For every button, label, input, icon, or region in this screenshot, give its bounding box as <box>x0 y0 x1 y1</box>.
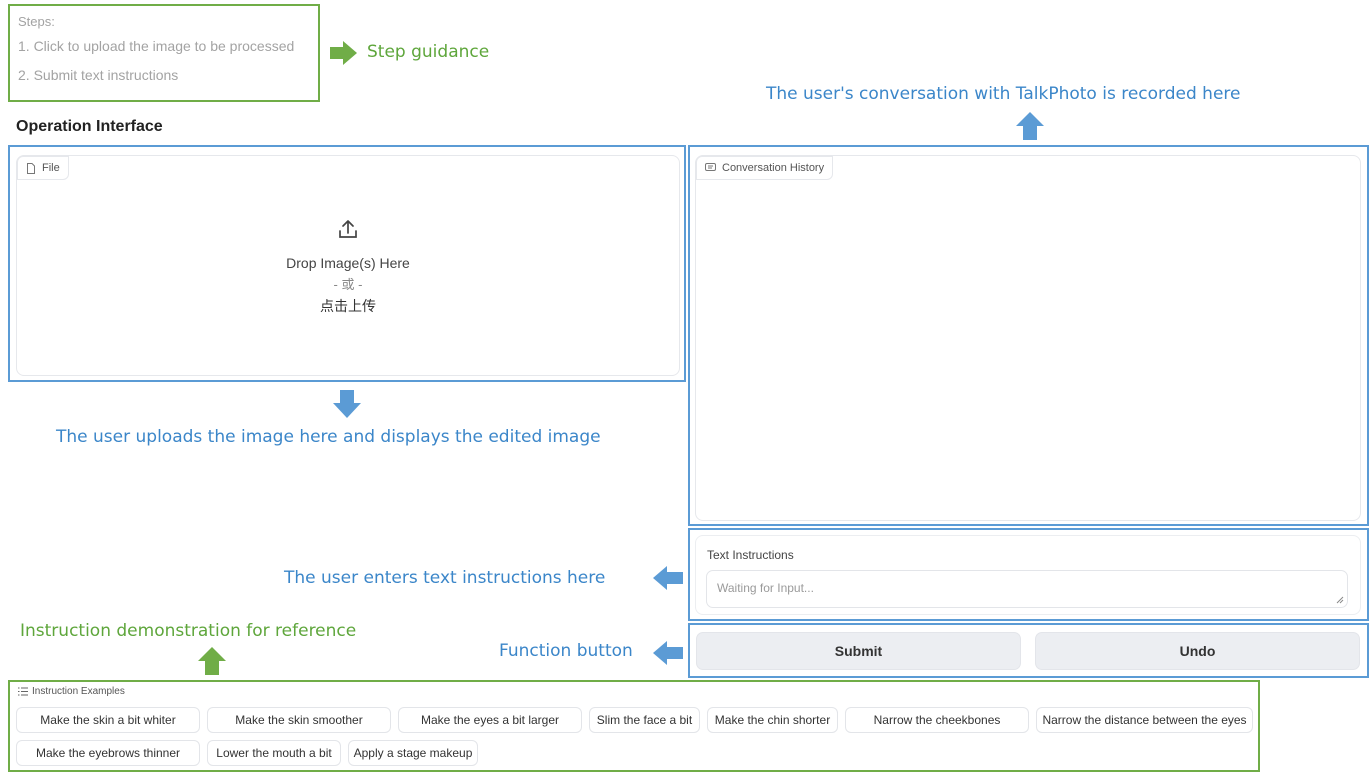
example-chip[interactable]: Make the skin smoother <box>207 707 391 733</box>
chat-icon <box>705 163 716 171</box>
file-tag-label: File <box>42 162 60 174</box>
blue-arrow-left-icon <box>653 641 683 665</box>
annotation-upload: The user uploads the image here and disp… <box>56 427 601 447</box>
example-chip[interactable]: Narrow the distance between the eyes <box>1036 707 1253 733</box>
example-chip[interactable]: Make the eyebrows thinner <box>16 740 200 766</box>
file-tag: File <box>17 156 69 180</box>
conversation-history[interactable]: Conversation History <box>695 155 1361 521</box>
upload-icon <box>339 220 357 238</box>
blue-arrow-down-icon <box>333 390 361 418</box>
file-icon <box>27 162 35 174</box>
example-chip[interactable]: Slim the face a bit <box>589 707 700 733</box>
annotation-instruction-demo: Instruction demonstration for reference <box>20 621 357 641</box>
instruction-examples-header: Instruction Examples <box>18 686 125 697</box>
file-upload-dropzone[interactable]: File Drop Image(s) Here - 或 - 点击上传 <box>16 155 680 376</box>
click-upload-text: 点击上传 <box>320 298 376 314</box>
submit-button[interactable]: Submit <box>696 632 1021 670</box>
resize-handle-icon[interactable] <box>1336 596 1344 604</box>
example-chip[interactable]: Apply a stage makeup <box>348 740 478 766</box>
instruction-examples-label: Instruction Examples <box>32 686 125 697</box>
conversation-tag-label: Conversation History <box>722 162 825 174</box>
blue-arrow-left-icon <box>653 566 683 590</box>
blue-arrow-up-icon <box>1016 112 1044 140</box>
annotation-function-button: Function button <box>499 641 633 661</box>
step-2: 2. Submit text instructions <box>18 67 179 83</box>
example-chip[interactable]: Lower the mouth a bit <box>207 740 341 766</box>
steps-title: Steps: <box>18 14 55 29</box>
annotation-enter-text: The user enters text instructions here <box>284 568 606 588</box>
annotation-step-guidance: Step guidance <box>367 42 490 62</box>
example-chip[interactable]: Make the chin shorter <box>707 707 838 733</box>
example-chip[interactable]: Make the eyes a bit larger <box>398 707 582 733</box>
list-icon <box>18 687 28 696</box>
upload-prompt[interactable]: Drop Image(s) Here - 或 - 点击上传 <box>17 218 679 316</box>
conversation-tag: Conversation History <box>696 156 834 180</box>
text-instructions-input[interactable]: Waiting for Input... <box>706 570 1348 608</box>
green-arrow-up-icon <box>198 647 226 675</box>
steps-guide: Steps: 1. Click to upload the image to b… <box>8 4 320 102</box>
section-title: Operation Interface <box>16 118 163 135</box>
input-placeholder: Waiting for Input... <box>717 581 814 595</box>
green-arrow-right-icon <box>330 41 357 65</box>
example-chip[interactable]: Narrow the cheekbones <box>845 707 1029 733</box>
text-instructions-label: Text Instructions <box>707 548 794 562</box>
undo-button[interactable]: Undo <box>1035 632 1360 670</box>
text-instructions-panel: Text Instructions Waiting for Input... <box>695 535 1361 615</box>
or-text: - 或 - <box>333 277 363 292</box>
annotation-conversation: The user's conversation with TalkPhoto i… <box>766 84 1241 104</box>
example-chip[interactable]: Make the skin a bit whiter <box>16 707 200 733</box>
step-1: 1. Click to upload the image to be proce… <box>18 38 295 54</box>
drop-text: Drop Image(s) Here <box>286 255 410 271</box>
